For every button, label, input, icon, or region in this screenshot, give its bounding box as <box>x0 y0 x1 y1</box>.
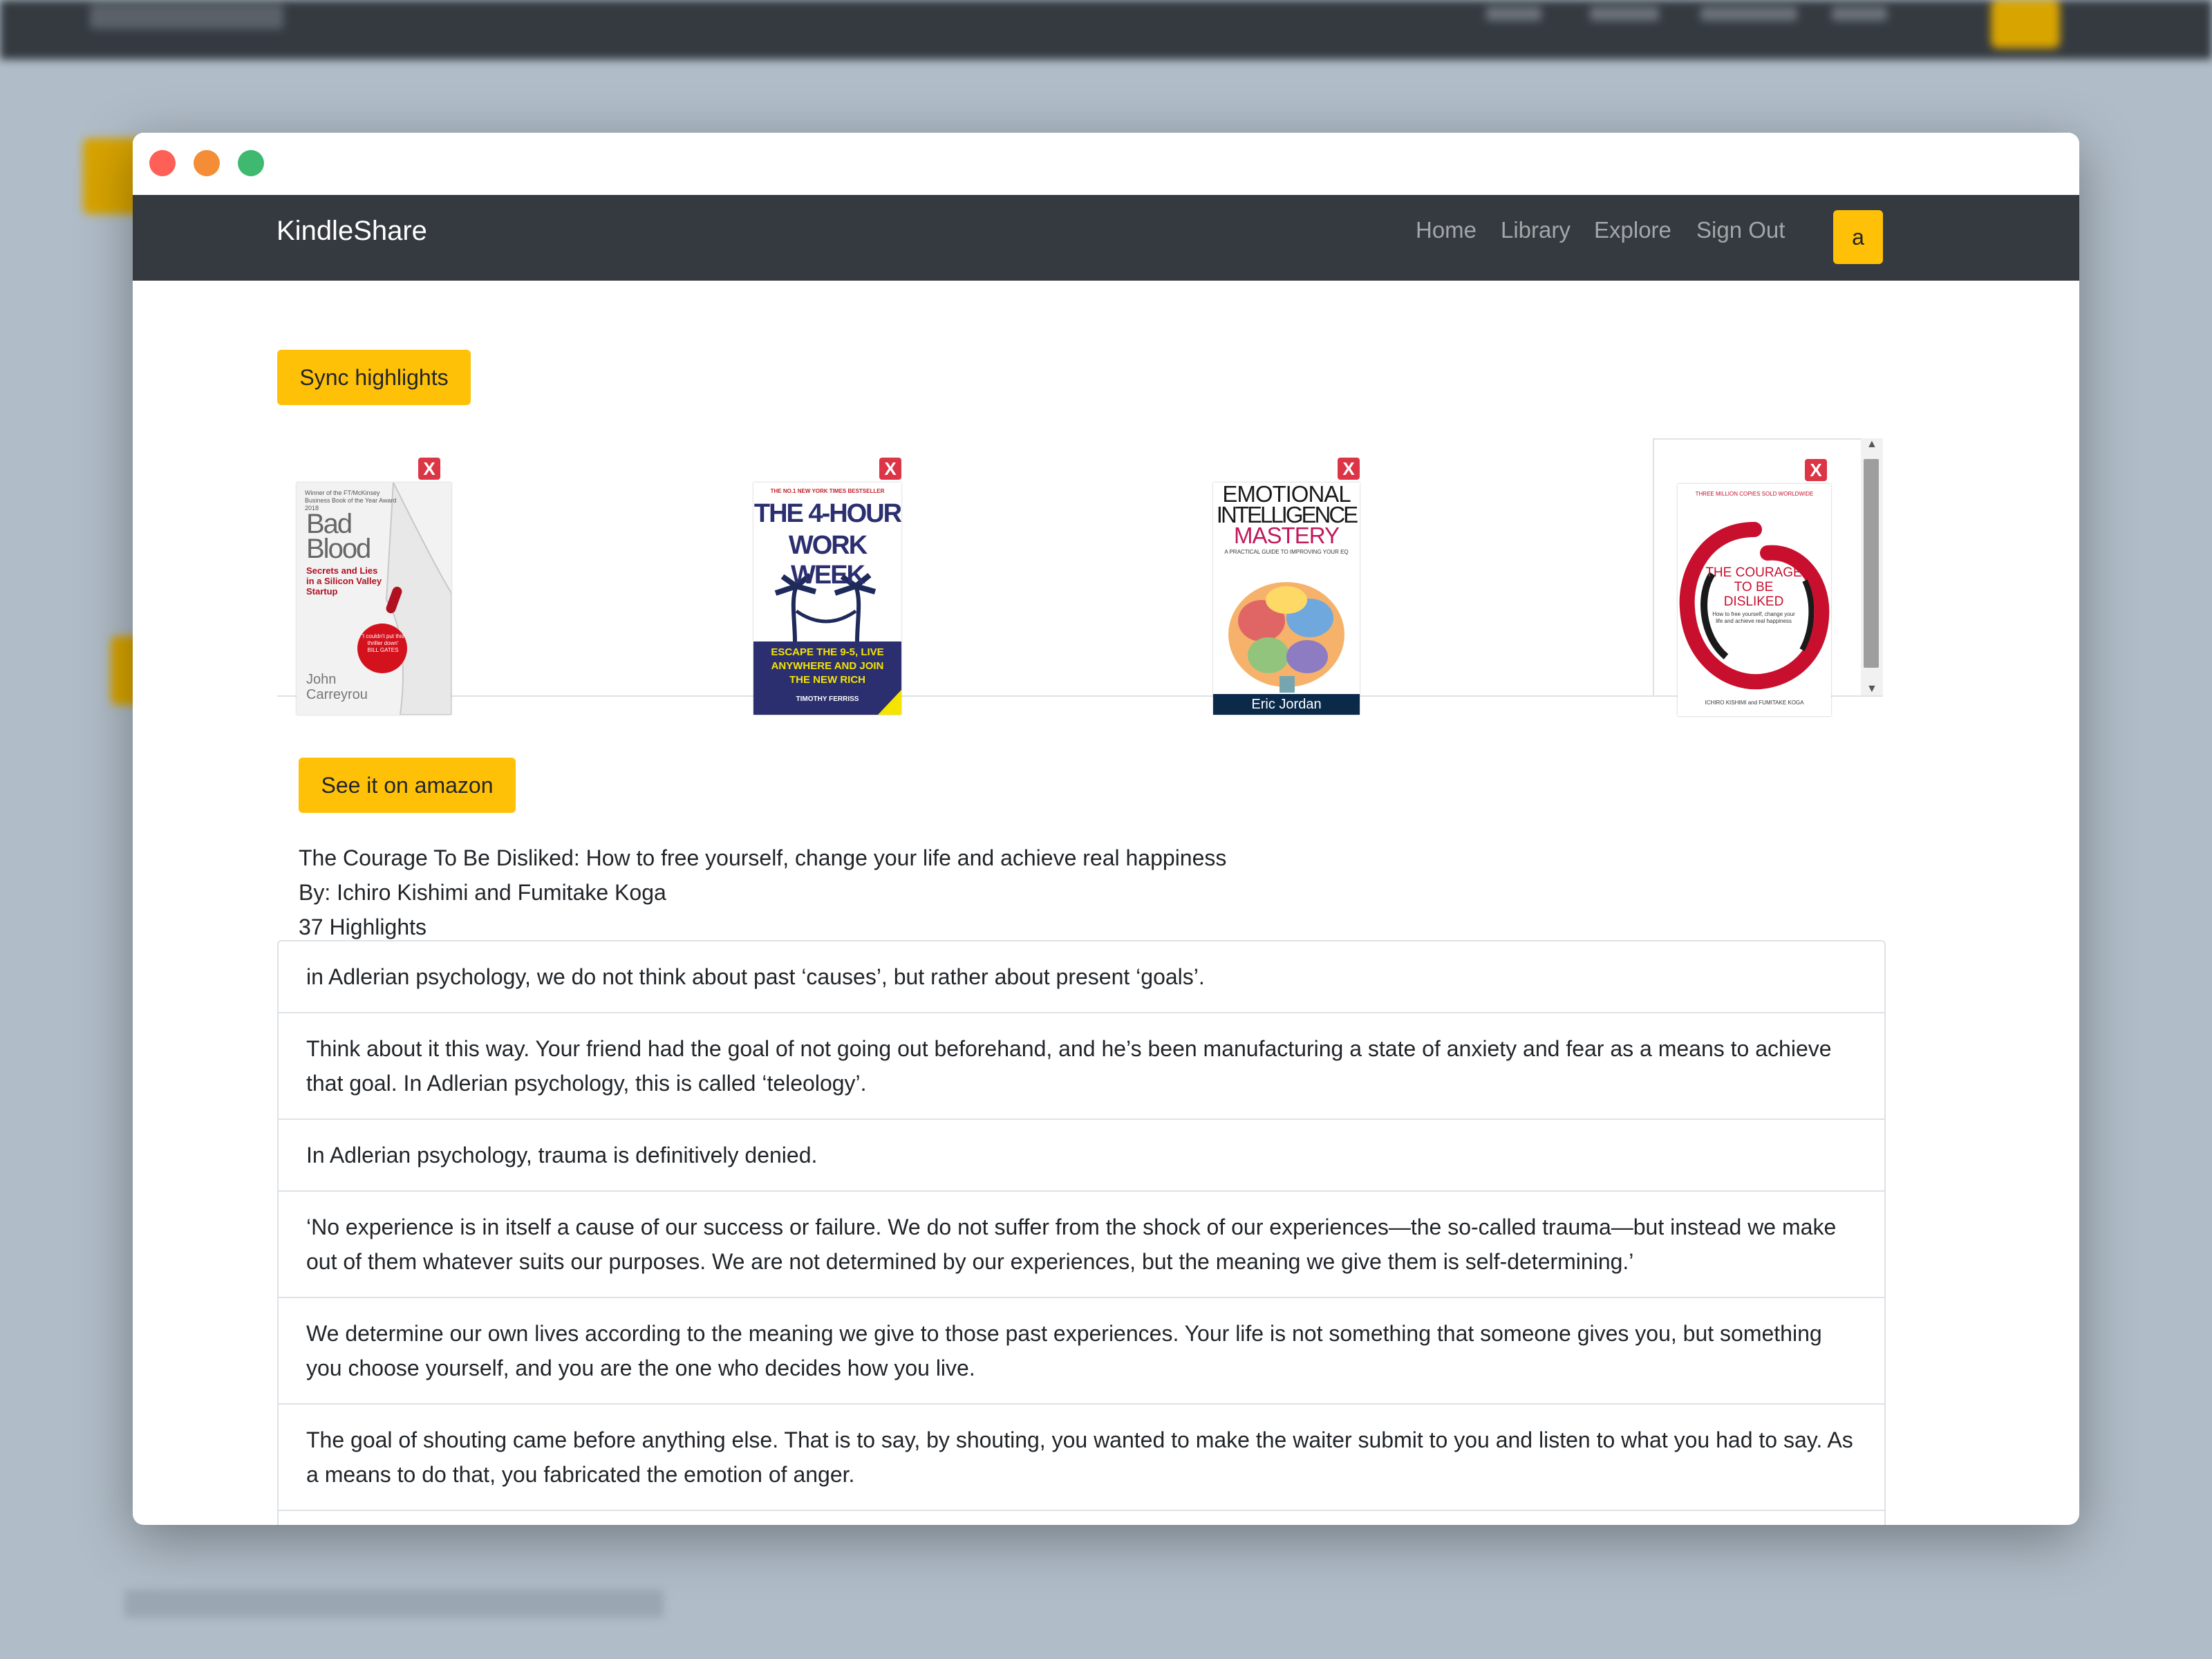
book-cover[interactable]: THREE MILLION COPIES SOLD WORLDWIDE THE … <box>1678 484 1831 716</box>
minimize-window-icon[interactable] <box>194 150 220 176</box>
background-link <box>1590 7 1659 21</box>
highlight-item[interactable]: We determine our own lives according to … <box>279 1298 1884 1405</box>
cover-title: Bad Blood <box>306 509 371 564</box>
cover-author: ICHIRO KISHIMI and FUMITAKE KOGA <box>1705 700 1804 706</box>
cover-author: Eric Jordan <box>1251 697 1322 712</box>
cover-top-text: THE NO.1 NEW YORK TIMES BESTSELLER <box>770 488 885 494</box>
book-list: X Winner of the FT/McKinsey Business Boo… <box>277 438 1883 716</box>
background-link <box>1700 7 1797 21</box>
background-user-button <box>1991 0 2060 48</box>
book-cover[interactable]: Winner of the FT/McKinsey Business Book … <box>297 482 451 715</box>
remove-book-button[interactable]: X <box>1338 458 1360 480</box>
navbar: KindleShare Home Library Explore Sign Ou… <box>133 195 2079 281</box>
remove-book-button[interactable]: X <box>418 458 440 480</box>
close-window-icon[interactable] <box>149 150 176 176</box>
nav-sign-out[interactable]: Sign Out <box>1696 217 1785 243</box>
maximize-window-icon[interactable] <box>238 150 264 176</box>
book-card[interactable]: X THE NO.1 NEW YORK TIMES BESTSELLER THE… <box>737 438 965 715</box>
nav-explore[interactable]: Explore <box>1594 217 1671 243</box>
cover-subtitle: How to free yourself, change your life a… <box>1712 611 1795 624</box>
highlight-item[interactable] <box>279 1511 1884 1525</box>
see-on-amazon-button[interactable]: See it on amazon <box>299 758 516 813</box>
book-card[interactable]: X EMOTIONAL INTELLIGENCE MASTERY A PRACT… <box>1197 438 1425 715</box>
highlights-list: in Adlerian psychology, we do not think … <box>277 940 1886 1525</box>
browser-window: KindleShare Home Library Explore Sign Ou… <box>133 133 2079 1525</box>
highlight-item[interactable]: The goal of shouting came before anythin… <box>279 1405 1884 1511</box>
brand-logo[interactable]: KindleShare <box>276 216 427 247</box>
window-titlebar <box>133 133 2079 195</box>
background-text <box>124 1590 664 1618</box>
background-logo <box>90 4 283 29</box>
nav-library[interactable]: Library <box>1501 217 1571 243</box>
book-list-scrollbar[interactable]: ▲ ▼ <box>1861 438 1883 695</box>
nav-home[interactable]: Home <box>1416 217 1477 243</box>
remove-book-button[interactable]: X <box>1805 459 1827 481</box>
book-card-selected[interactable]: X THREE MILLION COPIES SOLD WORLDWIDE TH… <box>1653 438 1881 716</box>
book-card[interactable]: X Winner of the FT/McKinsey Business Boo… <box>277 438 505 715</box>
book-cover[interactable]: EMOTIONAL INTELLIGENCE MASTERY A PRACTIC… <box>1213 482 1360 715</box>
cover-title-line2: WORK WEEK <box>788 531 868 590</box>
book-author: By: Ichiro Kishimi and Fumitake Koga <box>299 880 666 905</box>
scroll-up-icon[interactable]: ▲ <box>1866 438 1877 451</box>
highlight-item[interactable]: ‘No experience is in itself a cause of o… <box>279 1192 1884 1298</box>
highlight-item[interactable]: Think about it this way. Your friend had… <box>279 1013 1884 1120</box>
cover-title-line1: THE 4-HOUR <box>753 499 901 528</box>
cover-author: TIMOTHY FERRISS <box>796 695 859 703</box>
sync-highlights-button[interactable]: Sync highlights <box>277 350 471 405</box>
user-avatar-button[interactable]: a <box>1833 210 1883 264</box>
scrollbar-thumb[interactable] <box>1864 459 1879 668</box>
background-link <box>1486 7 1541 21</box>
highlight-item[interactable]: In Adlerian psychology, trauma is defini… <box>279 1120 1884 1192</box>
highlight-item[interactable]: in Adlerian psychology, we do not think … <box>279 941 1884 1013</box>
book-title: The Courage To Be Disliked: How to free … <box>299 845 1227 870</box>
cover-author: John Carreyrou <box>306 672 368 702</box>
cover-title: THE COURAGE TO BE DISLIKED <box>1705 565 1802 609</box>
remove-book-button[interactable]: X <box>879 458 901 480</box>
cover-subtitle: ESCAPE THE 9-5, LIVE ANYWHERE AND JOIN T… <box>771 646 884 686</box>
book-cover[interactable]: THE NO.1 NEW YORK TIMES BESTSELLER THE 4… <box>753 482 901 715</box>
cover-title-line3: MASTERY <box>1234 523 1340 548</box>
cover-quote: 'I couldn't put this thriller down' BILL… <box>362 633 404 653</box>
book-info: The Courage To Be Disliked: How to free … <box>299 841 1226 944</box>
cover-subtitle: A PRACTICAL GUIDE TO IMPROVING YOUR EQ <box>1224 549 1349 555</box>
highlight-count: 37 Highlights <box>299 915 427 939</box>
scroll-down-icon[interactable]: ▼ <box>1866 683 1877 695</box>
background-link <box>1832 7 1887 21</box>
cover-top-text: THREE MILLION COPIES SOLD WORLDWIDE <box>1695 491 1814 497</box>
cover-subtitle: Secrets and Lies in a Silicon Valley Sta… <box>306 565 382 597</box>
